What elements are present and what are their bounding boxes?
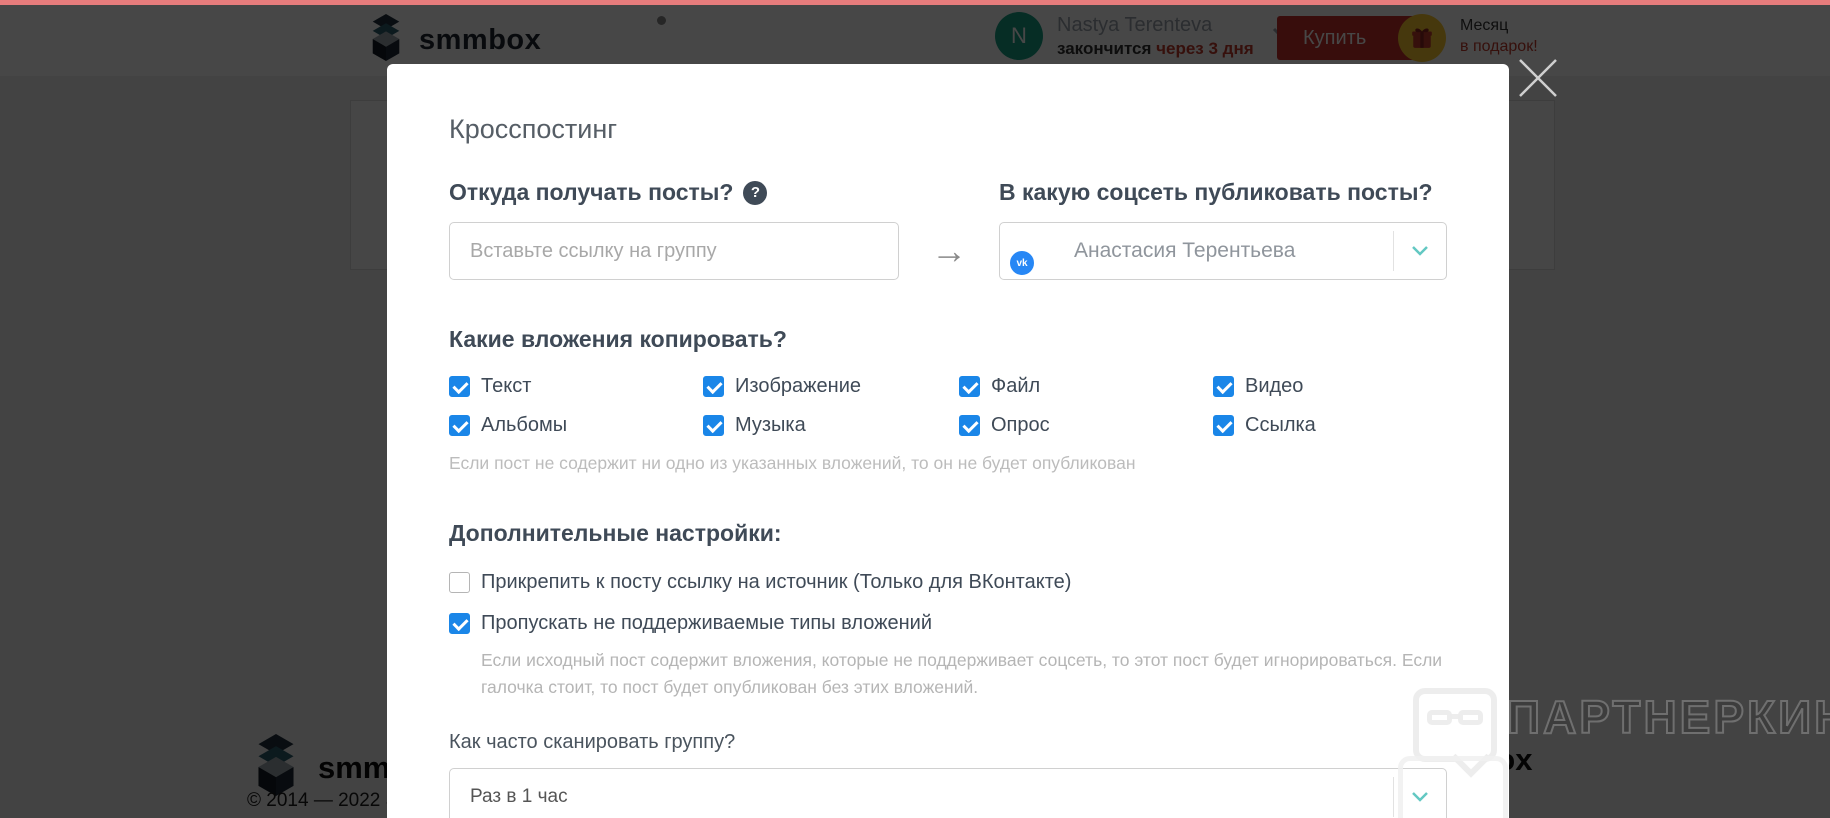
modal-title: Кросспостинг — [449, 114, 618, 144]
checkbox[interactable] — [449, 415, 470, 436]
frequency-selected-value: Раз в 1 час — [470, 786, 568, 808]
checkbox[interactable] — [449, 613, 470, 634]
checkbox-link[interactable]: Ссылка — [1213, 414, 1447, 437]
checkbox-skip-unsupported[interactable]: Пропускать не поддерживаемые типы вложен… — [449, 612, 1447, 635]
arrow-right-icon: → — [931, 230, 967, 271]
source-heading: Откуда получать посты? ? — [449, 179, 899, 206]
frequency-select[interactable]: Раз в 1 час — [449, 768, 1447, 818]
checkbox[interactable] — [703, 415, 724, 436]
checkbox-attach-source-link[interactable]: Прикрепить к посту ссылку на источник (Т… — [449, 571, 1447, 594]
vk-badge-icon: vk — [1008, 249, 1036, 277]
checkbox-text[interactable]: Текст — [449, 375, 703, 398]
close-icon[interactable] — [1516, 56, 1560, 100]
target-account-select[interactable]: vk Анастасия Терентьева — [999, 222, 1447, 280]
chevron-down-icon[interactable] — [1393, 231, 1446, 271]
checkbox[interactable] — [449, 376, 470, 397]
checkbox-file[interactable]: Файл — [959, 375, 1213, 398]
target-column: В какую соцсеть публиковать посты? vk Ан… — [999, 179, 1447, 280]
app-screen: smmbox N Nastya Terenteva закончится чер… — [0, 0, 1830, 818]
checkbox[interactable] — [703, 376, 724, 397]
account-name: Анастасия Терентьева — [1074, 239, 1296, 262]
checkbox-poll[interactable]: Опрос — [959, 414, 1213, 437]
checkbox[interactable] — [449, 572, 470, 593]
checkbox[interactable] — [1213, 415, 1234, 436]
checkbox[interactable] — [959, 376, 980, 397]
attachments-grid: Текст Изображение Файл Видео Альбомы Муз… — [449, 375, 1447, 437]
attachments-hint: Если пост не содержит ни одно из указанн… — [449, 453, 1136, 473]
source-target-row: Откуда получать посты? ? → В какую соцсе… — [449, 179, 1447, 280]
checkbox[interactable] — [959, 415, 980, 436]
checkbox-music[interactable]: Музыка — [703, 414, 959, 437]
top-accent-line — [0, 0, 1830, 5]
account-avatar: vk — [1008, 229, 1056, 277]
source-group-input[interactable] — [449, 222, 899, 280]
chevron-down-icon[interactable] — [1393, 777, 1446, 818]
frequency-label: Как часто сканировать группу? — [449, 731, 736, 754]
skip-unsupported-description: Если исходный пост содержит вложения, ко… — [481, 650, 1443, 698]
crossposting-modal: Кросспостинг Откуда получать посты? ? → … — [387, 64, 1509, 818]
checkbox-image[interactable]: Изображение — [703, 375, 959, 398]
source-column: Откуда получать посты? ? — [449, 179, 899, 280]
checkbox-video[interactable]: Видео — [1213, 375, 1447, 398]
checkbox[interactable] — [1213, 376, 1234, 397]
attachments-heading: Какие вложения копировать? — [449, 326, 787, 352]
direction-arrow-zone: → — [899, 222, 999, 280]
extra-settings-heading: Дополнительные настройки: — [449, 520, 782, 546]
checkbox-albums[interactable]: Альбомы — [449, 414, 703, 437]
target-heading: В какую соцсеть публиковать посты? — [999, 179, 1433, 205]
question-circle-icon[interactable]: ? — [743, 180, 768, 205]
